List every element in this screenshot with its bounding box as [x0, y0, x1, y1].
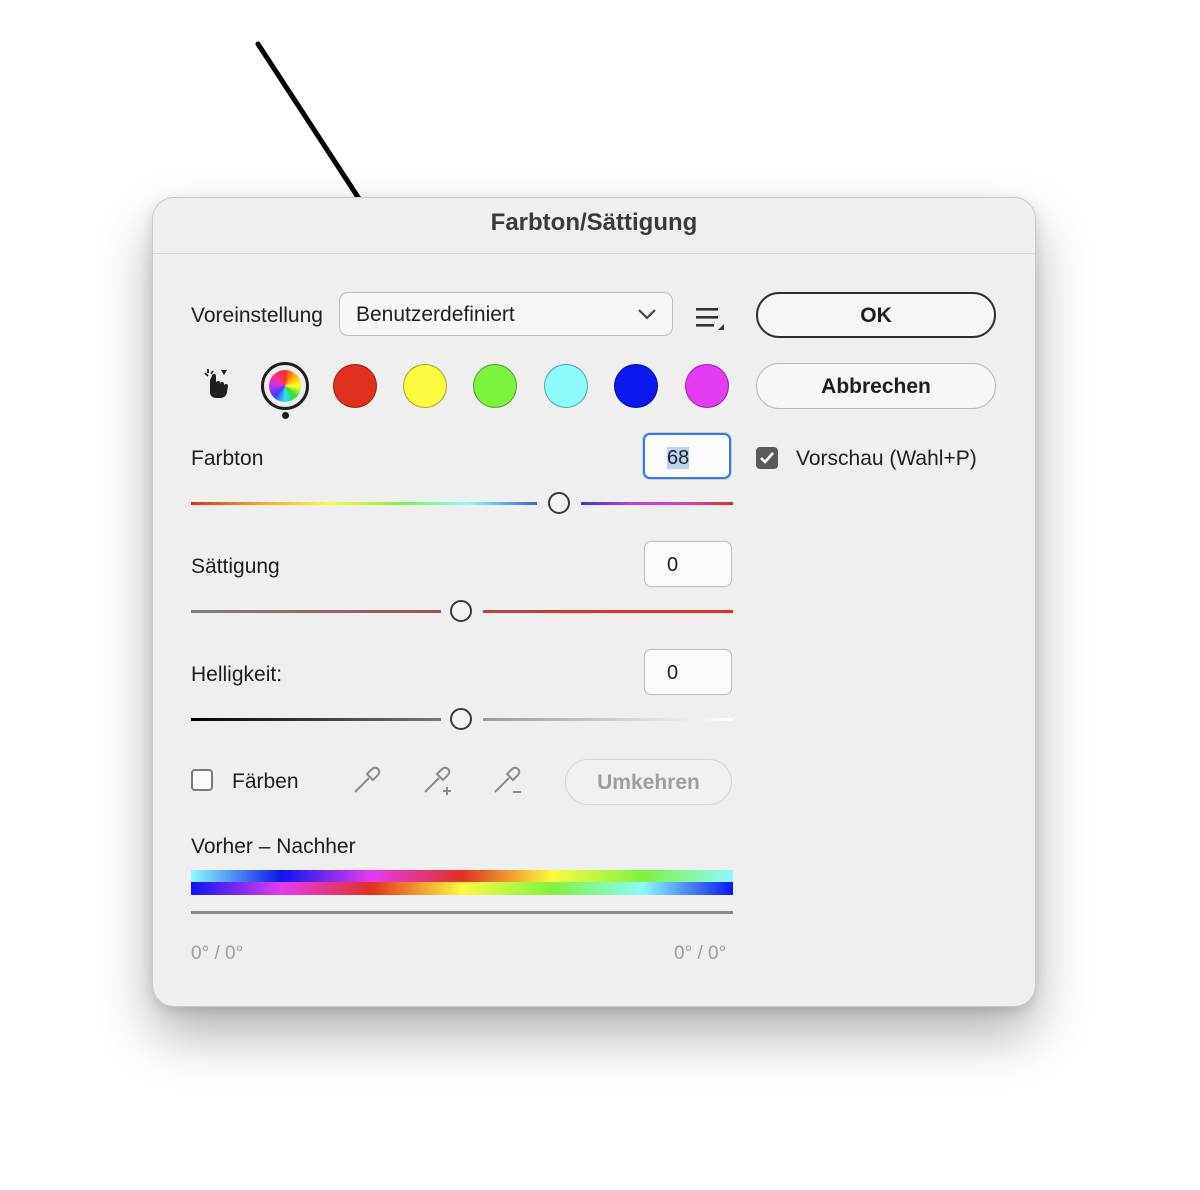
master-swatch[interactable]	[261, 362, 309, 410]
lightness-input[interactable]: 0	[644, 649, 732, 695]
hue-value: 68	[667, 447, 690, 469]
range-left-value: 0° / 0°	[191, 943, 244, 964]
lightness-label: Helligkeit:	[191, 663, 283, 686]
saturation-track-left[interactable]	[191, 610, 441, 613]
range-bar[interactable]	[191, 911, 733, 914]
hue-track-right[interactable]	[581, 502, 733, 505]
blue-swatch[interactable]	[614, 364, 658, 408]
red-swatch[interactable]	[333, 364, 377, 408]
preset-value: Benutzerdefiniert	[356, 303, 515, 326]
color-wheel-icon	[269, 370, 301, 402]
preset-select[interactable]: Benutzerdefiniert	[339, 292, 673, 336]
chevron-down-icon	[638, 309, 656, 320]
saturation-slider-thumb[interactable]	[450, 600, 472, 622]
checkmark-icon	[760, 452, 774, 464]
dialog-title: Farbton/Sättigung	[490, 209, 698, 236]
hue-label: Farbton	[191, 447, 264, 470]
lightness-track-right[interactable]	[483, 718, 733, 721]
lightness-value: 0	[667, 662, 679, 684]
cyan-swatch[interactable]	[544, 364, 588, 408]
lightness-slider-thumb[interactable]	[450, 708, 472, 730]
magenta-swatch[interactable]	[685, 364, 729, 408]
saturation-label: Sättigung	[191, 555, 280, 578]
eyedropper-plus-icon[interactable]	[421, 764, 455, 798]
eyedropper-icon[interactable]	[351, 764, 383, 796]
preset-label: Voreinstellung	[191, 304, 323, 327]
before-spectrum-bar	[191, 870, 733, 882]
title-bar: Farbton/Sättigung	[153, 198, 1035, 254]
yellow-swatch[interactable]	[403, 364, 447, 408]
menu-icon[interactable]	[694, 304, 726, 334]
invert-button[interactable]: Umkehren	[565, 759, 732, 805]
hue-slider-thumb[interactable]	[548, 492, 570, 514]
ok-button[interactable]: OK	[756, 292, 996, 338]
colorize-label: Färben	[232, 770, 299, 793]
after-spectrum-bar	[191, 882, 733, 895]
hue-track-left[interactable]	[191, 502, 537, 505]
saturation-value: 0	[667, 554, 679, 576]
preview-label: Vorschau (Wahl+P)	[796, 447, 977, 470]
before-after-label: Vorher – Nachher	[191, 835, 356, 858]
range-right-value: 0° / 0°	[674, 943, 727, 964]
hue-input[interactable]: 68	[643, 433, 731, 479]
colorize-checkbox[interactable]	[191, 769, 213, 791]
preview-checkbox[interactable]	[756, 447, 778, 469]
saturation-input[interactable]: 0	[644, 541, 732, 587]
green-swatch[interactable]	[473, 364, 517, 408]
hand-targeting-icon[interactable]	[201, 368, 231, 402]
eyedropper-minus-icon[interactable]	[491, 764, 525, 798]
selected-indicator-dot	[282, 412, 289, 419]
cancel-button[interactable]: Abbrechen	[756, 363, 996, 409]
hue-saturation-dialog: Farbton/Sättigung Voreinstellung Benutze…	[152, 197, 1036, 1007]
saturation-track-right[interactable]	[483, 610, 733, 613]
lightness-track-left[interactable]	[191, 718, 441, 721]
